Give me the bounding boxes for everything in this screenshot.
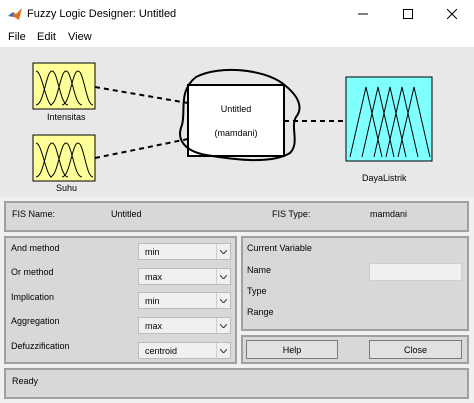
maximize-icon [402, 9, 413, 19]
implication-value: min [145, 296, 160, 306]
aggregation-select[interactable]: max [138, 317, 231, 334]
output-label-dayalistrik: DayaListrik [362, 173, 407, 183]
matlab-app-icon [8, 8, 22, 20]
aggregation-value: max [145, 321, 163, 331]
close-icon [446, 9, 457, 19]
output-block-dayalistrik[interactable] [345, 76, 433, 162]
or-method-select[interactable]: max [138, 268, 231, 285]
connector-intensitas [94, 86, 189, 104]
window-title: Fuzzy Logic Designer: Untitled [27, 8, 177, 20]
close-button[interactable]: Close [369, 340, 462, 359]
or-method-label: Or method [11, 267, 54, 277]
maximize-button[interactable] [385, 0, 430, 28]
and-method-value: min [145, 247, 160, 257]
variable-type-label: Type [247, 286, 267, 296]
current-variable-title: Current Variable [247, 243, 312, 253]
chevron-down-icon [216, 244, 230, 259]
implication-label: Implication [11, 292, 55, 302]
minimize-icon [357, 13, 368, 15]
chevron-down-icon [216, 293, 230, 308]
and-method-label: And method [11, 243, 60, 253]
system-type-label: (mamdani) [214, 128, 258, 138]
defuzzification-label: Defuzzification [11, 341, 70, 351]
chevron-down-icon [216, 343, 230, 358]
input-label-suhu: Suhu [56, 183, 78, 193]
defuzzification-value: centroid [145, 346, 178, 356]
close-window-button[interactable] [429, 0, 474, 28]
status-bar [4, 368, 469, 399]
chevron-down-icon [216, 269, 230, 284]
variable-range-label: Range [247, 307, 274, 317]
variable-name-field[interactable] [369, 263, 462, 281]
menu-file[interactable]: File [8, 31, 26, 43]
status-text: Ready [12, 376, 39, 386]
minimize-button[interactable] [340, 0, 385, 28]
aggregation-label: Aggregation [11, 316, 60, 326]
input-label-intensitas: Intensitas [47, 112, 86, 122]
system-name-label: Untitled [220, 104, 252, 114]
input-block-intensitas[interactable] [32, 62, 96, 110]
system-block[interactable] [179, 68, 301, 162]
fis-type-label: FIS Type: [272, 209, 311, 219]
help-button[interactable]: Help [246, 340, 338, 359]
fis-name-label: FIS Name: [12, 209, 56, 219]
fis-type-value: mamdani [370, 209, 408, 219]
and-method-select[interactable]: min [138, 243, 231, 260]
implication-select[interactable]: min [138, 292, 231, 309]
menu-view[interactable]: View [68, 31, 92, 43]
connector-suhu [94, 138, 189, 159]
menu-edit[interactable]: Edit [37, 31, 56, 43]
chevron-down-icon [216, 318, 230, 333]
input-block-suhu[interactable] [32, 134, 96, 182]
fis-name-value: Untitled [111, 209, 142, 219]
variable-name-label: Name [247, 265, 272, 275]
or-method-value: max [145, 272, 163, 282]
defuzzification-select[interactable]: centroid [138, 342, 231, 359]
